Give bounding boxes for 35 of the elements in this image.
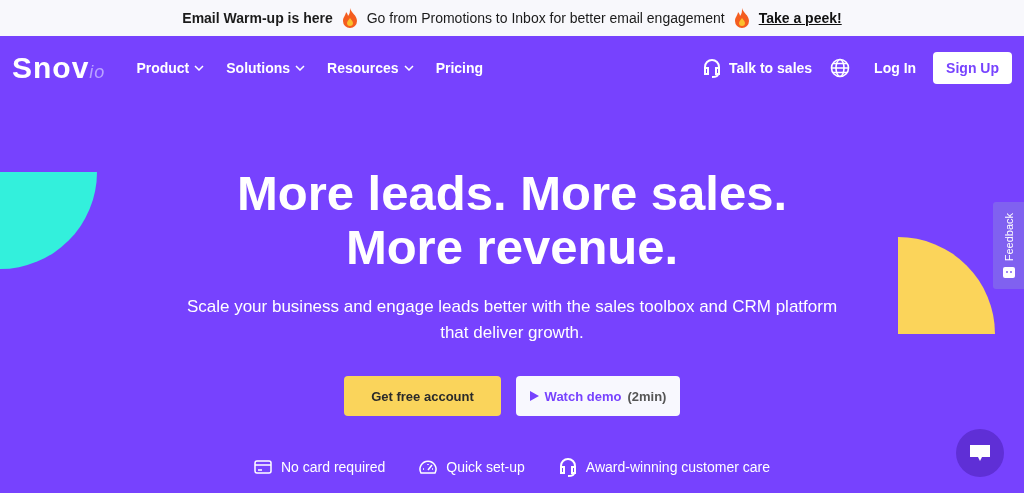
announcement-text: Go from Promotions to Inbox for better email engagement [366,10,725,26]
hero-title: More leads. More sales. [236,166,788,220]
nav-menu-item[interactable]: Resources [318,54,423,82]
nav-menu-item[interactable]: Product [127,54,214,82]
feature-label: No card required [281,459,386,475]
hero-title: More revenue. [345,220,679,274]
headset-icon [558,457,577,477]
speedometer-icon [419,460,438,474]
chat-bubble-icon [969,444,991,462]
get-free-account-button[interactable]: Get free account [344,376,501,416]
nav-menu-item[interactable]: Solutions [217,54,315,82]
hero-subtitle: Scale your business and engage leads better with the sales toolbox and CRM platform that deliver growth. [185,296,839,344]
fire-icon [732,8,751,28]
log-in-link[interactable]: Log In [874,60,917,76]
sign-up-button[interactable]: Sign Up [933,52,1012,84]
credit-card-icon [254,460,272,474]
smiley-icon [1002,267,1015,279]
feedback-tab[interactable]: Feedback [993,202,1024,289]
logo-suffix: io [89,62,106,83]
feature-label: Award-winning customer care [585,459,770,475]
watch-demo-button[interactable]: Watch demo (2min) [516,376,680,416]
chevron-down-icon [194,65,205,71]
play-icon [529,391,539,401]
logo-text[interactable]: Snov [12,51,90,85]
talk-to-sales-link[interactable]: Talk to sales [729,60,813,76]
take-a-peek-link[interactable]: Take a peek! [758,10,842,26]
announcement-title: Email Warm-up is here [182,10,333,26]
nav-menu-item[interactable]: Pricing [426,54,493,82]
fire-icon [340,8,359,28]
globe-icon[interactable] [830,58,851,78]
chevron-down-icon [295,65,306,71]
headset-icon [703,58,722,78]
chevron-down-icon [403,65,414,71]
feature-label: Quick set-up [446,459,525,475]
chat-button[interactable] [956,429,1004,477]
